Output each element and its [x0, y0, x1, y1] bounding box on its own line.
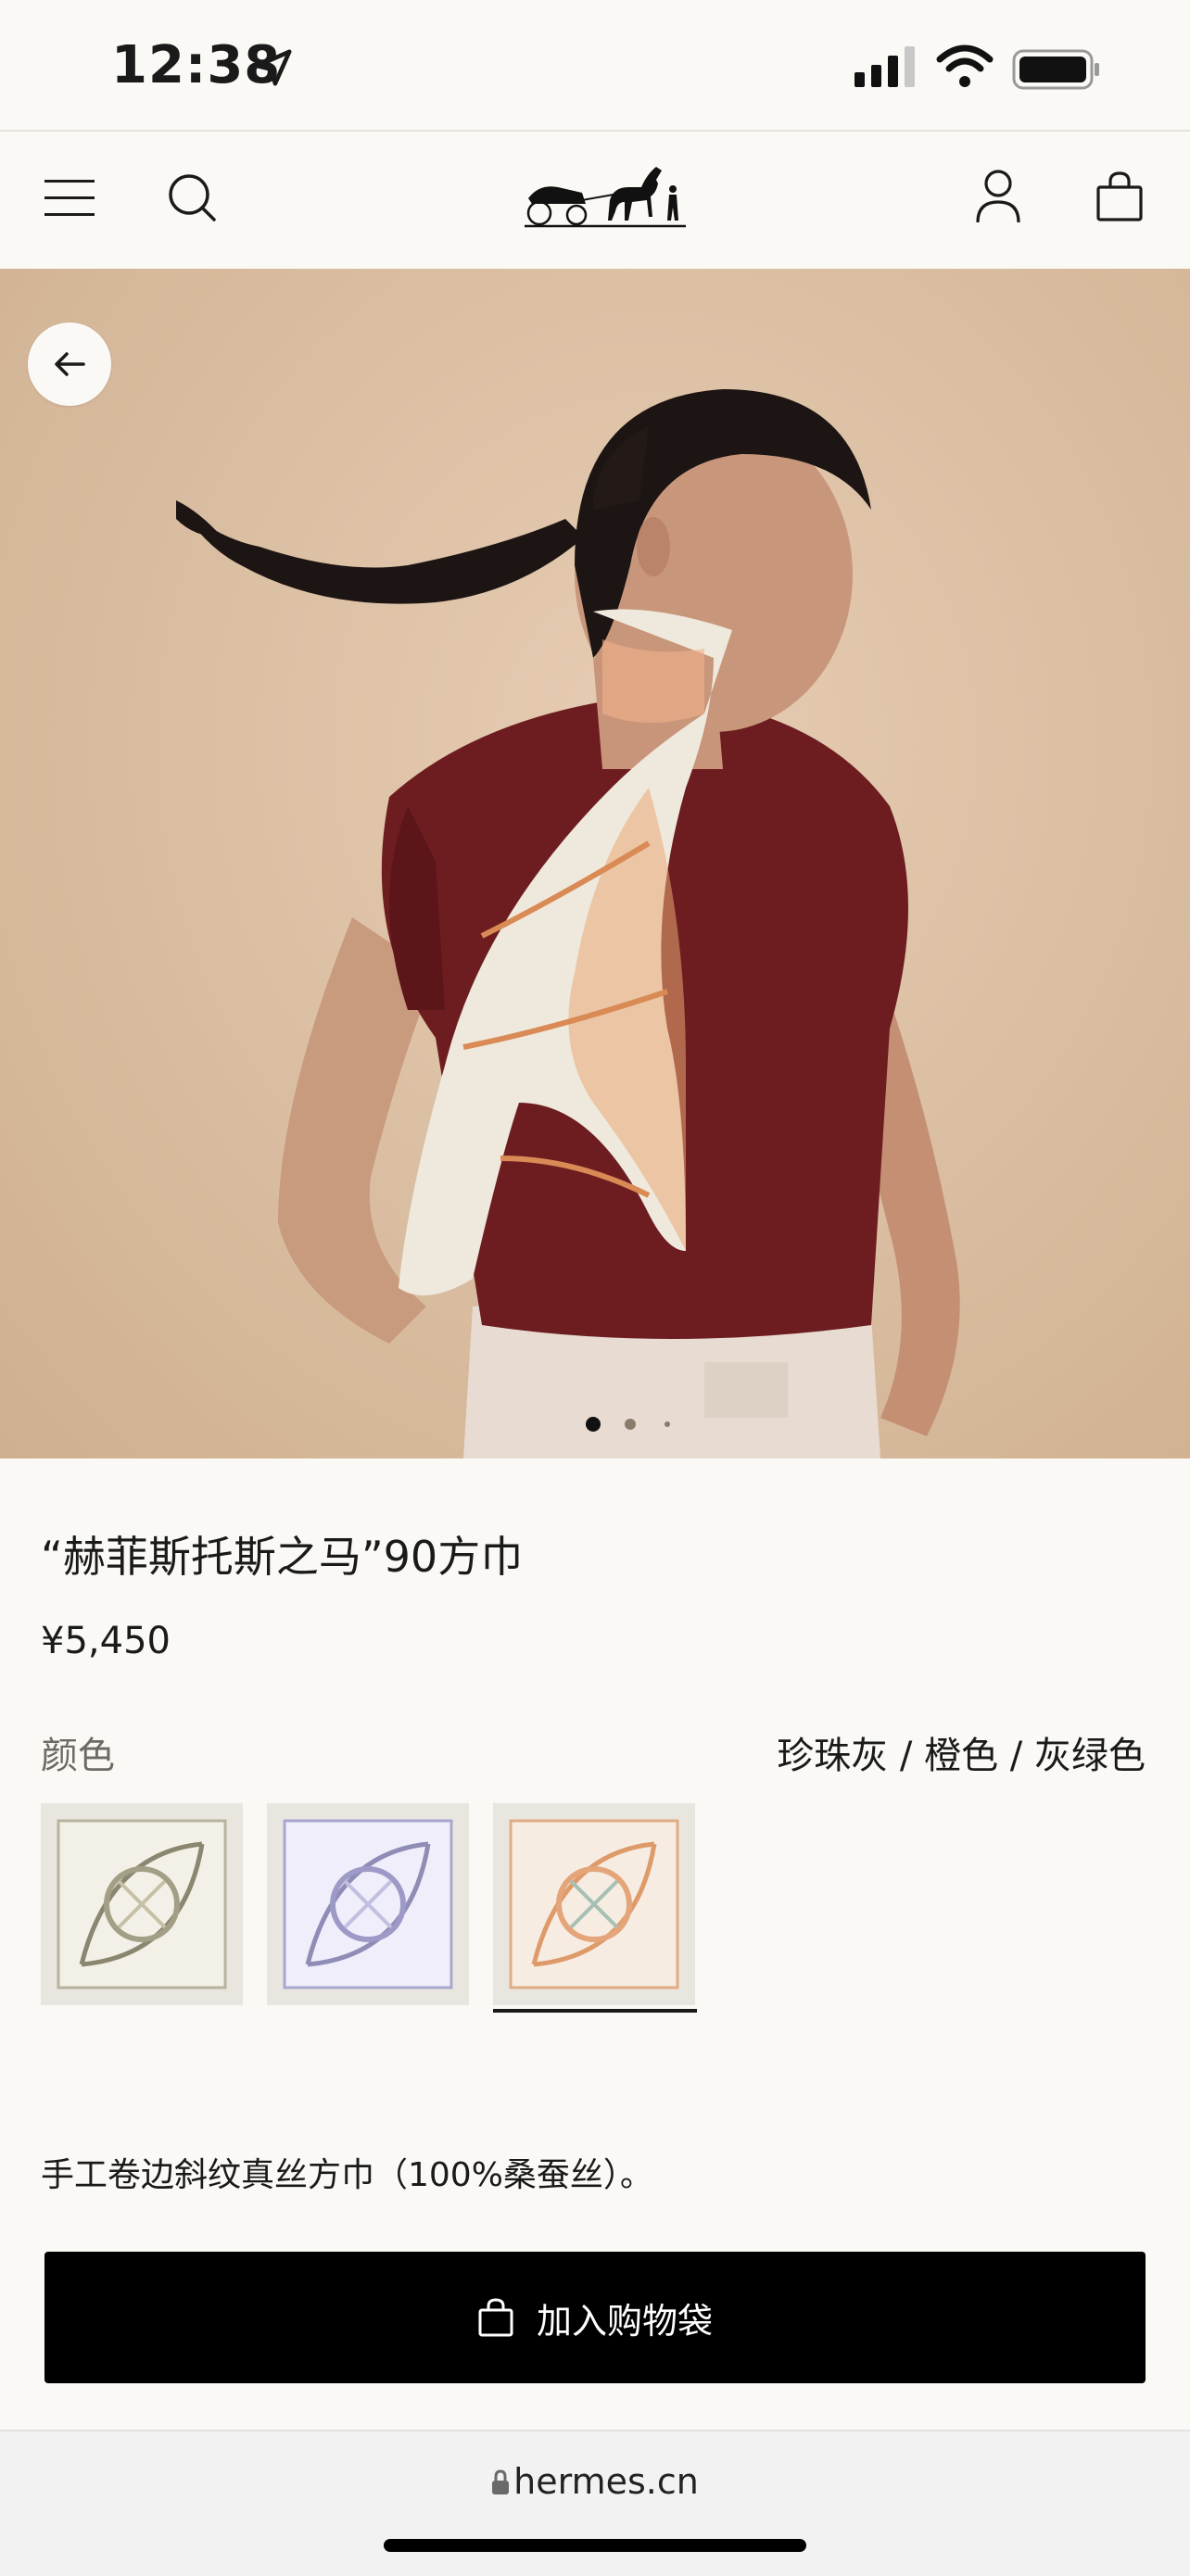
home-indicator[interactable] — [384, 2539, 806, 2552]
url-display[interactable]: hermes.cn — [0, 2461, 1190, 2502]
product-title: “赫菲斯托斯之马”90方巾 — [41, 1532, 524, 1582]
arrow-left-icon — [55, 352, 85, 376]
color-swatch-gray[interactable] — [41, 1803, 243, 2005]
selected-swatch-indicator — [493, 2009, 697, 2013]
color-swatch-lavender[interactable] — [267, 1803, 469, 2005]
product-image[interactable] — [0, 269, 1190, 1458]
carousel-indicator[interactable] — [575, 1412, 677, 1436]
model-photo-illustration — [176, 389, 960, 1458]
shopping-bag-icon[interactable] — [1095, 170, 1144, 222]
carousel-dot-2 — [625, 1419, 636, 1430]
wifi-icon — [936, 44, 994, 87]
carousel-dot-1 — [586, 1417, 601, 1432]
back-button[interactable] — [28, 322, 111, 406]
browser-address-bar[interactable] — [0, 2430, 1190, 2576]
color-value: 珍珠灰 / 橙色 / 灰绿色 — [777, 1735, 1146, 1777]
shopping-bag-icon — [478, 2298, 513, 2337]
product-description: 手工卷边斜纹真丝方巾（100%桑蚕丝）。 — [41, 2156, 653, 2194]
lock-icon — [492, 2469, 510, 2494]
search-icon[interactable] — [167, 172, 217, 222]
add-to-bag-label: 加入购物袋 — [536, 2300, 713, 2342]
carousel-dot-3 — [665, 1421, 670, 1427]
scarf-thumbnail-lavender — [283, 1819, 453, 1989]
battery-icon — [1012, 49, 1099, 90]
color-swatch-orange[interactable] — [493, 1803, 695, 2005]
account-icon[interactable] — [975, 169, 1021, 224]
location-arrow-icon — [255, 49, 292, 86]
hermes-logo[interactable] — [521, 156, 690, 234]
product-price: ¥5,450 — [41, 1620, 171, 1662]
menu-icon[interactable] — [44, 178, 95, 219]
scarf-thumbnail-gray — [57, 1819, 227, 1989]
cellular-signal-icon — [855, 46, 915, 87]
color-label: 颜色 — [41, 1735, 115, 1777]
scarf-thumbnail-orange — [509, 1819, 679, 1989]
url-text: hermes.cn — [513, 2461, 699, 2502]
add-to-bag-button[interactable]: 加入购物袋 — [44, 2252, 1146, 2383]
